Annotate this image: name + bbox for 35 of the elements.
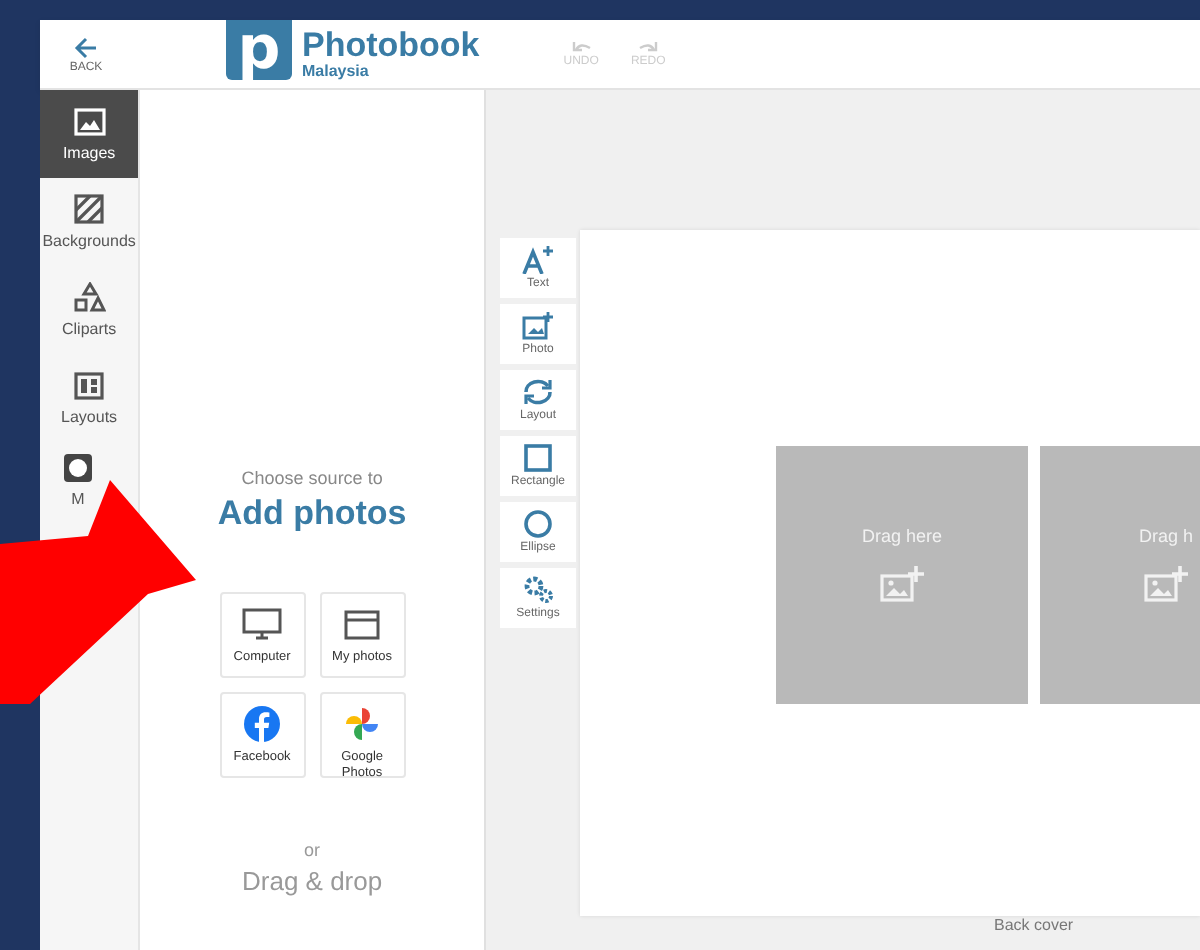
layout-icon [74, 371, 105, 399]
drag-drop-text: Drag & drop [242, 866, 383, 896]
monitor-icon [242, 608, 283, 640]
logo-mark: p [226, 20, 292, 80]
slot-label: Drag h [1138, 526, 1193, 546]
brand-subtitle: Malaysia [302, 62, 371, 80]
image-add-icon [1144, 566, 1188, 602]
folder-icon [344, 609, 381, 639]
image-icon [73, 107, 106, 135]
refresh-icon [522, 378, 554, 406]
page-label: Back cover [994, 916, 1074, 934]
photo-add-icon [522, 312, 554, 340]
sidebar-item[interactable]: Layouts [40, 354, 139, 442]
slot-label: Drag here [861, 526, 943, 546]
mask-icon [64, 454, 92, 482]
hatch-icon [74, 194, 105, 224]
panel-title: Add photos [217, 494, 407, 534]
sidebar-item[interactable]: M [60, 442, 96, 512]
redo-icon [638, 40, 659, 52]
facebook-icon [244, 706, 281, 742]
pinwheel-icon [344, 706, 381, 742]
sidebar-item[interactable]: Images [40, 90, 139, 178]
rectangle-icon [524, 444, 552, 472]
gears-icon [523, 576, 553, 604]
source-prompt: Choose source to [241, 468, 383, 488]
or-text: or [304, 840, 321, 860]
image-add-icon [880, 566, 924, 602]
shapes-icon [73, 282, 106, 312]
undo-icon [571, 40, 592, 52]
ellipse-icon [524, 510, 552, 538]
text-add-icon [522, 246, 554, 274]
back-arrow-icon [74, 35, 98, 59]
brand-name: Photobook [302, 28, 480, 62]
sidebar-item[interactable]: Backgrounds [40, 178, 139, 266]
sidebar-item[interactable]: Cliparts [40, 266, 139, 354]
